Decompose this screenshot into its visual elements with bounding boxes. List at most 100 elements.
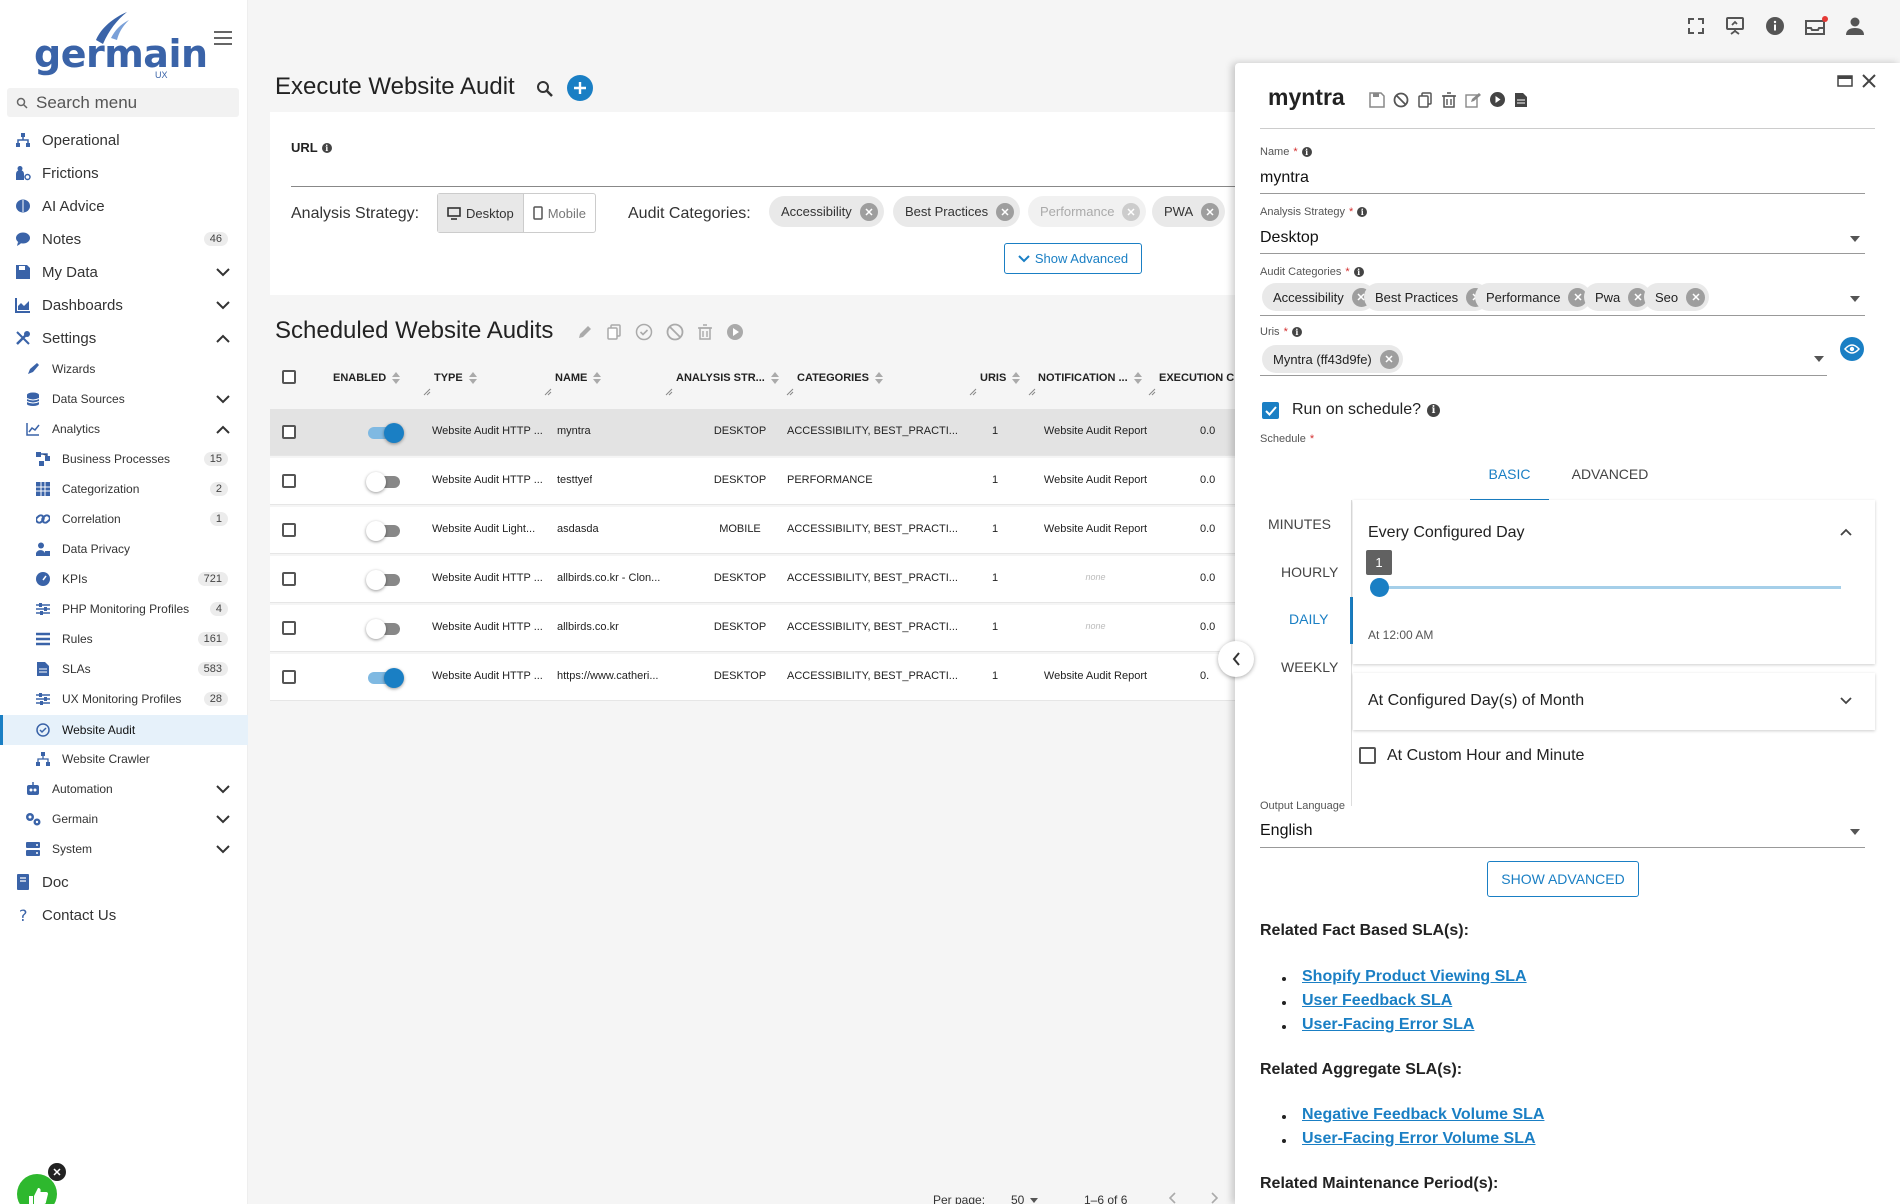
dropdown-arrow-icon[interactable] (1850, 236, 1860, 242)
dropdown-arrow-icon[interactable] (1850, 829, 1860, 835)
chevron-up-icon[interactable] (216, 334, 230, 343)
row-checkbox[interactable] (282, 670, 296, 684)
table-row[interactable]: Website Audit HTTP ... testtyef DESKTOP PER… (270, 458, 1235, 505)
collapse-drawer-button[interactable] (1218, 641, 1254, 677)
sidebar-item-notes[interactable]: Notes 46 (0, 228, 248, 250)
sidebar-item-data-sources[interactable]: Data Sources (0, 389, 248, 409)
category-chip[interactable]: Pwa (1584, 283, 1652, 311)
table-row[interactable]: Website Audit HTTP ... allbirds.co.kr - C… (270, 556, 1235, 603)
slider-thumb[interactable] (1370, 578, 1389, 597)
freq-hourly[interactable]: HOURLY (1281, 564, 1338, 580)
sidebar-item-website-audit[interactable]: Website Audit (0, 715, 248, 745)
chevron-down-icon[interactable] (216, 394, 230, 404)
chevron-up-icon[interactable] (1840, 528, 1852, 536)
info-icon[interactable]: i (1301, 147, 1312, 157)
column-resize-handle[interactable] (423, 388, 431, 396)
sidebar-item-frictions[interactable]: Frictions (0, 162, 248, 184)
row-checkbox[interactable] (282, 474, 296, 488)
chevron-down-icon[interactable] (216, 814, 230, 824)
play-icon[interactable] (726, 323, 744, 341)
sidebar-item-my-data[interactable]: My Data (0, 261, 248, 283)
chevron-down-icon[interactable] (216, 784, 230, 794)
strategy-mobile-option[interactable]: Mobile (522, 194, 595, 232)
analysis-strategy-toggle[interactable]: Desktop Mobile (437, 193, 596, 233)
name-input[interactable]: myntra (1260, 169, 1309, 187)
info-icon[interactable]: i (1357, 207, 1368, 217)
copy-icon[interactable] (606, 324, 622, 340)
column-header[interactable]: TYPE (434, 372, 477, 384)
sidebar-item-system[interactable]: System (0, 839, 248, 859)
sidebar-item-automation[interactable]: Automation (0, 779, 248, 799)
sort-icon[interactable] (392, 372, 401, 384)
freq-minutes[interactable]: MINUTES (1268, 516, 1331, 532)
custom-hour-checkbox[interactable] (1359, 747, 1376, 764)
enabled-toggle[interactable] (366, 618, 402, 639)
remove-chip-icon[interactable] (1686, 287, 1706, 307)
sidebar-item-dashboards[interactable]: Dashboards (0, 294, 248, 316)
close-feedback-icon[interactable] (48, 1163, 66, 1181)
column-header[interactable]: ANALYSIS STR... (676, 372, 779, 384)
sidebar-item-rules[interactable]: Rules 161 (0, 629, 248, 649)
chevron-down-icon[interactable] (216, 844, 230, 854)
category-chip[interactable]: Best Practices (1364, 283, 1490, 311)
table-row[interactable]: Website Audit HTTP ... myntra DESKTOP ACCES… (270, 409, 1235, 456)
day-slider[interactable]: 1 (1366, 548, 1841, 598)
chevron-up-icon[interactable] (216, 425, 230, 434)
table-row[interactable]: Website Audit HTTP ... allbirds.co.kr DESK… (270, 605, 1235, 652)
next-page-icon[interactable] (1210, 1192, 1218, 1204)
row-checkbox[interactable] (282, 425, 296, 439)
chevron-down-icon[interactable] (1840, 697, 1852, 705)
url-input-underline[interactable] (291, 186, 1235, 187)
fullscreen-icon[interactable] (1686, 16, 1706, 36)
fact-sla-link[interactable]: Shopify Product Viewing SLA (1302, 968, 1527, 986)
info-icon[interactable]: i (321, 142, 332, 153)
sidebar-item-ai-advice[interactable]: AI Advice (0, 195, 248, 217)
column-header[interactable]: NOTIFICATION ... (1038, 372, 1142, 384)
enabled-toggle[interactable] (366, 471, 402, 492)
column-header[interactable]: CATEGORIES (797, 372, 883, 384)
play-icon[interactable] (1489, 91, 1506, 108)
close-icon[interactable] (1862, 74, 1876, 88)
save-icon[interactable] (1369, 91, 1385, 108)
category-chip[interactable]: Accessibility (769, 196, 884, 227)
row-checkbox[interactable] (282, 572, 296, 586)
edit-icon[interactable] (577, 324, 593, 340)
copy-icon[interactable] (1417, 91, 1433, 108)
enabled-toggle[interactable] (366, 667, 404, 688)
table-row[interactable]: Website Audit HTTP ... https://www.cather… (270, 654, 1235, 701)
enabled-toggle[interactable] (366, 520, 402, 541)
column-resize-handle[interactable] (665, 388, 673, 396)
germain-logo[interactable]: germain UX (34, 6, 208, 80)
info-icon[interactable] (1765, 16, 1785, 36)
column-header[interactable]: ENABLED (333, 372, 401, 384)
sort-icon[interactable] (1133, 372, 1142, 384)
sidebar-item-php-monitoring-profiles[interactable]: PHP Monitoring Profiles 4 (0, 599, 248, 619)
maximize-icon[interactable] (1837, 75, 1853, 87)
sidebar-item-correlation[interactable]: Correlation 1 (0, 509, 248, 529)
sidebar-item-wizards[interactable]: Wizards (0, 359, 248, 379)
run-on-schedule-checkbox[interactable] (1262, 402, 1279, 419)
panel-title[interactable]: Every Configured Day (1368, 524, 1525, 542)
chevron-down-icon[interactable] (216, 300, 230, 310)
sidebar-item-germain[interactable]: Germain (0, 809, 248, 829)
column-resize-handle[interactable] (1148, 388, 1156, 396)
output-language-select[interactable]: English (1260, 822, 1312, 840)
sidebar-item-operational[interactable]: Operational (0, 129, 248, 151)
uri-chip[interactable]: Myntra (ff43d9fe) (1262, 345, 1403, 373)
chevron-down-icon[interactable] (216, 267, 230, 277)
configured-days-month-panel[interactable]: At Configured Day(s) of Month (1353, 673, 1875, 730)
freq-weekly[interactable]: WEEKLY (1281, 659, 1338, 675)
delete-icon[interactable] (1441, 91, 1457, 108)
sidebar-item-business-processes[interactable]: Business Processes 15 (0, 449, 248, 469)
zoom-search-icon[interactable] (536, 80, 554, 98)
category-chip[interactable]: Performance (1475, 283, 1592, 311)
category-chip[interactable]: Accessibility (1262, 283, 1375, 311)
row-checkbox[interactable] (282, 523, 296, 537)
sidebar-item-doc[interactable]: Doc (0, 871, 248, 893)
search-input[interactable] (36, 92, 236, 113)
hamburger-menu-icon[interactable] (214, 30, 232, 46)
column-resize-handle[interactable] (1028, 388, 1036, 396)
freq-daily[interactable]: DAILY (1289, 611, 1328, 627)
check-circle-icon[interactable] (635, 323, 653, 341)
sort-icon[interactable] (874, 372, 883, 384)
